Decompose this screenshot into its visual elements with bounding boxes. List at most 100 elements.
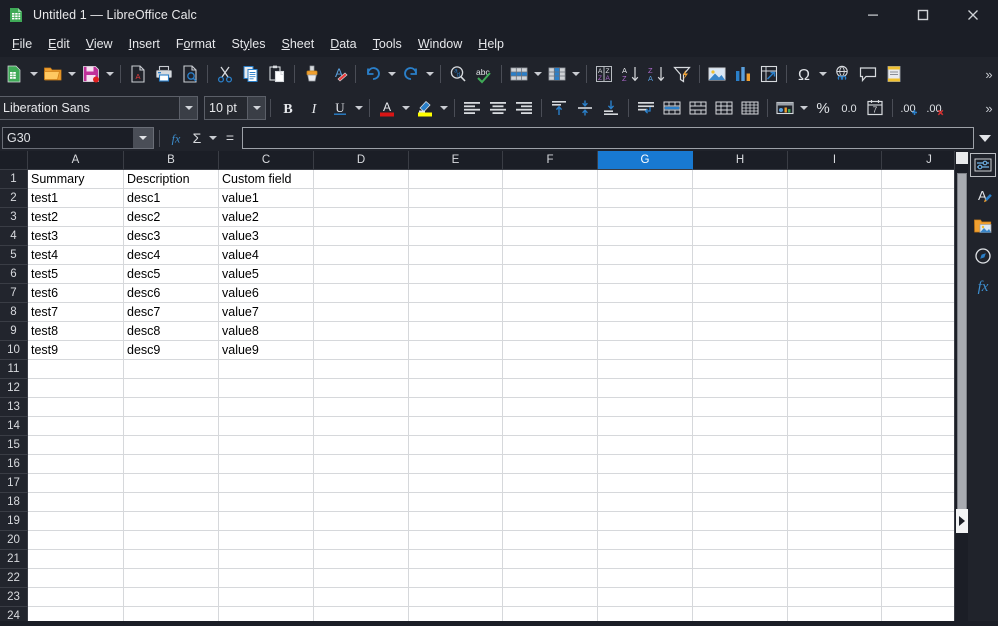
row-header-13[interactable]: 13 bbox=[0, 398, 28, 417]
column-header-F[interactable]: F bbox=[503, 151, 598, 170]
cell-J12[interactable] bbox=[882, 379, 954, 398]
cell-B12[interactable] bbox=[124, 379, 219, 398]
cell-C16[interactable] bbox=[219, 455, 314, 474]
row-header-8[interactable]: 8 bbox=[0, 303, 28, 322]
cell-G16[interactable] bbox=[598, 455, 693, 474]
row-header-19[interactable]: 19 bbox=[0, 512, 28, 531]
cell-J5[interactable] bbox=[882, 246, 954, 265]
cell-H20[interactable] bbox=[693, 531, 788, 550]
row-header-10[interactable]: 10 bbox=[0, 341, 28, 360]
cell-E9[interactable] bbox=[409, 322, 503, 341]
cell-H10[interactable] bbox=[693, 341, 788, 360]
cell-J8[interactable] bbox=[882, 303, 954, 322]
cell-G19[interactable] bbox=[598, 512, 693, 531]
cell-G22[interactable] bbox=[598, 569, 693, 588]
highlighting-color-button[interactable] bbox=[412, 95, 438, 121]
align-center-button[interactable] bbox=[485, 95, 511, 121]
cell-E21[interactable] bbox=[409, 550, 503, 569]
sort-ascending-button[interactable]: A Z bbox=[617, 61, 643, 87]
cell-C22[interactable] bbox=[219, 569, 314, 588]
underline-dropdown[interactable] bbox=[353, 95, 365, 121]
cell-J21[interactable] bbox=[882, 550, 954, 569]
cell-F15[interactable] bbox=[503, 436, 598, 455]
cell-A13[interactable] bbox=[28, 398, 124, 417]
cell-D21[interactable] bbox=[314, 550, 409, 569]
cell-A7[interactable]: test6 bbox=[28, 284, 124, 303]
cell-I23[interactable] bbox=[788, 588, 882, 607]
split-cells-button[interactable] bbox=[737, 95, 763, 121]
cell-H3[interactable] bbox=[693, 208, 788, 227]
row-header-23[interactable]: 23 bbox=[0, 588, 28, 607]
cell-H9[interactable] bbox=[693, 322, 788, 341]
cell-G9[interactable] bbox=[598, 322, 693, 341]
align-center-vertically-button[interactable] bbox=[572, 95, 598, 121]
close-button[interactable] bbox=[948, 0, 998, 30]
cell-B3[interactable]: desc2 bbox=[124, 208, 219, 227]
row-header-16[interactable]: 16 bbox=[0, 455, 28, 474]
cell-E4[interactable] bbox=[409, 227, 503, 246]
cell-G12[interactable] bbox=[598, 379, 693, 398]
column-header-A[interactable]: A bbox=[28, 151, 124, 170]
cell-J23[interactable] bbox=[882, 588, 954, 607]
cell-H1[interactable] bbox=[693, 170, 788, 189]
cell-F16[interactable] bbox=[503, 455, 598, 474]
cell-H21[interactable] bbox=[693, 550, 788, 569]
format-as-date-button[interactable]: 7 bbox=[862, 95, 888, 121]
row-header-14[interactable]: 14 bbox=[0, 417, 28, 436]
cell-J6[interactable] bbox=[882, 265, 954, 284]
format-as-currency-button[interactable] bbox=[772, 95, 798, 121]
format-as-percent-button[interactable]: % bbox=[810, 95, 836, 121]
cell-B14[interactable] bbox=[124, 417, 219, 436]
cell-C11[interactable] bbox=[219, 360, 314, 379]
print-preview-button[interactable] bbox=[177, 61, 203, 87]
cell-B7[interactable]: desc6 bbox=[124, 284, 219, 303]
cell-F1[interactable] bbox=[503, 170, 598, 189]
insert-row-button[interactable] bbox=[506, 61, 532, 87]
cell-E14[interactable] bbox=[409, 417, 503, 436]
menu-item-data[interactable]: Data bbox=[322, 34, 364, 54]
cell-I5[interactable] bbox=[788, 246, 882, 265]
cell-F7[interactable] bbox=[503, 284, 598, 303]
cell-C18[interactable] bbox=[219, 493, 314, 512]
standard-toolbar-overflow[interactable]: » bbox=[982, 57, 996, 91]
menu-item-format[interactable]: Format bbox=[168, 34, 224, 54]
cell-D13[interactable] bbox=[314, 398, 409, 417]
cell-I11[interactable] bbox=[788, 360, 882, 379]
cell-H22[interactable] bbox=[693, 569, 788, 588]
maximize-button[interactable] bbox=[898, 0, 948, 30]
new-document-dropdown[interactable] bbox=[28, 61, 40, 87]
save-dropdown[interactable] bbox=[104, 61, 116, 87]
undo-button[interactable] bbox=[360, 61, 386, 87]
cell-H12[interactable] bbox=[693, 379, 788, 398]
cell-D12[interactable] bbox=[314, 379, 409, 398]
autofilter-button[interactable] bbox=[669, 61, 695, 87]
formula-input[interactable] bbox=[242, 127, 974, 149]
cell-I16[interactable] bbox=[788, 455, 882, 474]
align-right-button[interactable] bbox=[511, 95, 537, 121]
grid-cells[interactable]: Summary Description Custom field test1 desc1… bbox=[28, 170, 954, 621]
column-header-D[interactable]: D bbox=[314, 151, 409, 170]
cell-D11[interactable] bbox=[314, 360, 409, 379]
menu-item-edit[interactable]: Edit bbox=[40, 34, 78, 54]
insert-column-button[interactable] bbox=[544, 61, 570, 87]
cell-J15[interactable] bbox=[882, 436, 954, 455]
row-header-2[interactable]: 2 bbox=[0, 189, 28, 208]
save-button[interactable] bbox=[78, 61, 104, 87]
cell-D14[interactable] bbox=[314, 417, 409, 436]
cell-G10[interactable] bbox=[598, 341, 693, 360]
cell-D5[interactable] bbox=[314, 246, 409, 265]
copy-button[interactable] bbox=[238, 61, 264, 87]
redo-dropdown[interactable] bbox=[424, 61, 436, 87]
cell-I19[interactable] bbox=[788, 512, 882, 531]
cell-F8[interactable] bbox=[503, 303, 598, 322]
cell-G4[interactable] bbox=[598, 227, 693, 246]
font-name-dropdown-arrow[interactable] bbox=[179, 97, 197, 119]
row-header-22[interactable]: 22 bbox=[0, 569, 28, 588]
cell-A14[interactable] bbox=[28, 417, 124, 436]
cell-B4[interactable]: desc3 bbox=[124, 227, 219, 246]
cell-I9[interactable] bbox=[788, 322, 882, 341]
cell-E22[interactable] bbox=[409, 569, 503, 588]
cell-F13[interactable] bbox=[503, 398, 598, 417]
cell-A23[interactable] bbox=[28, 588, 124, 607]
undo-dropdown[interactable] bbox=[386, 61, 398, 87]
